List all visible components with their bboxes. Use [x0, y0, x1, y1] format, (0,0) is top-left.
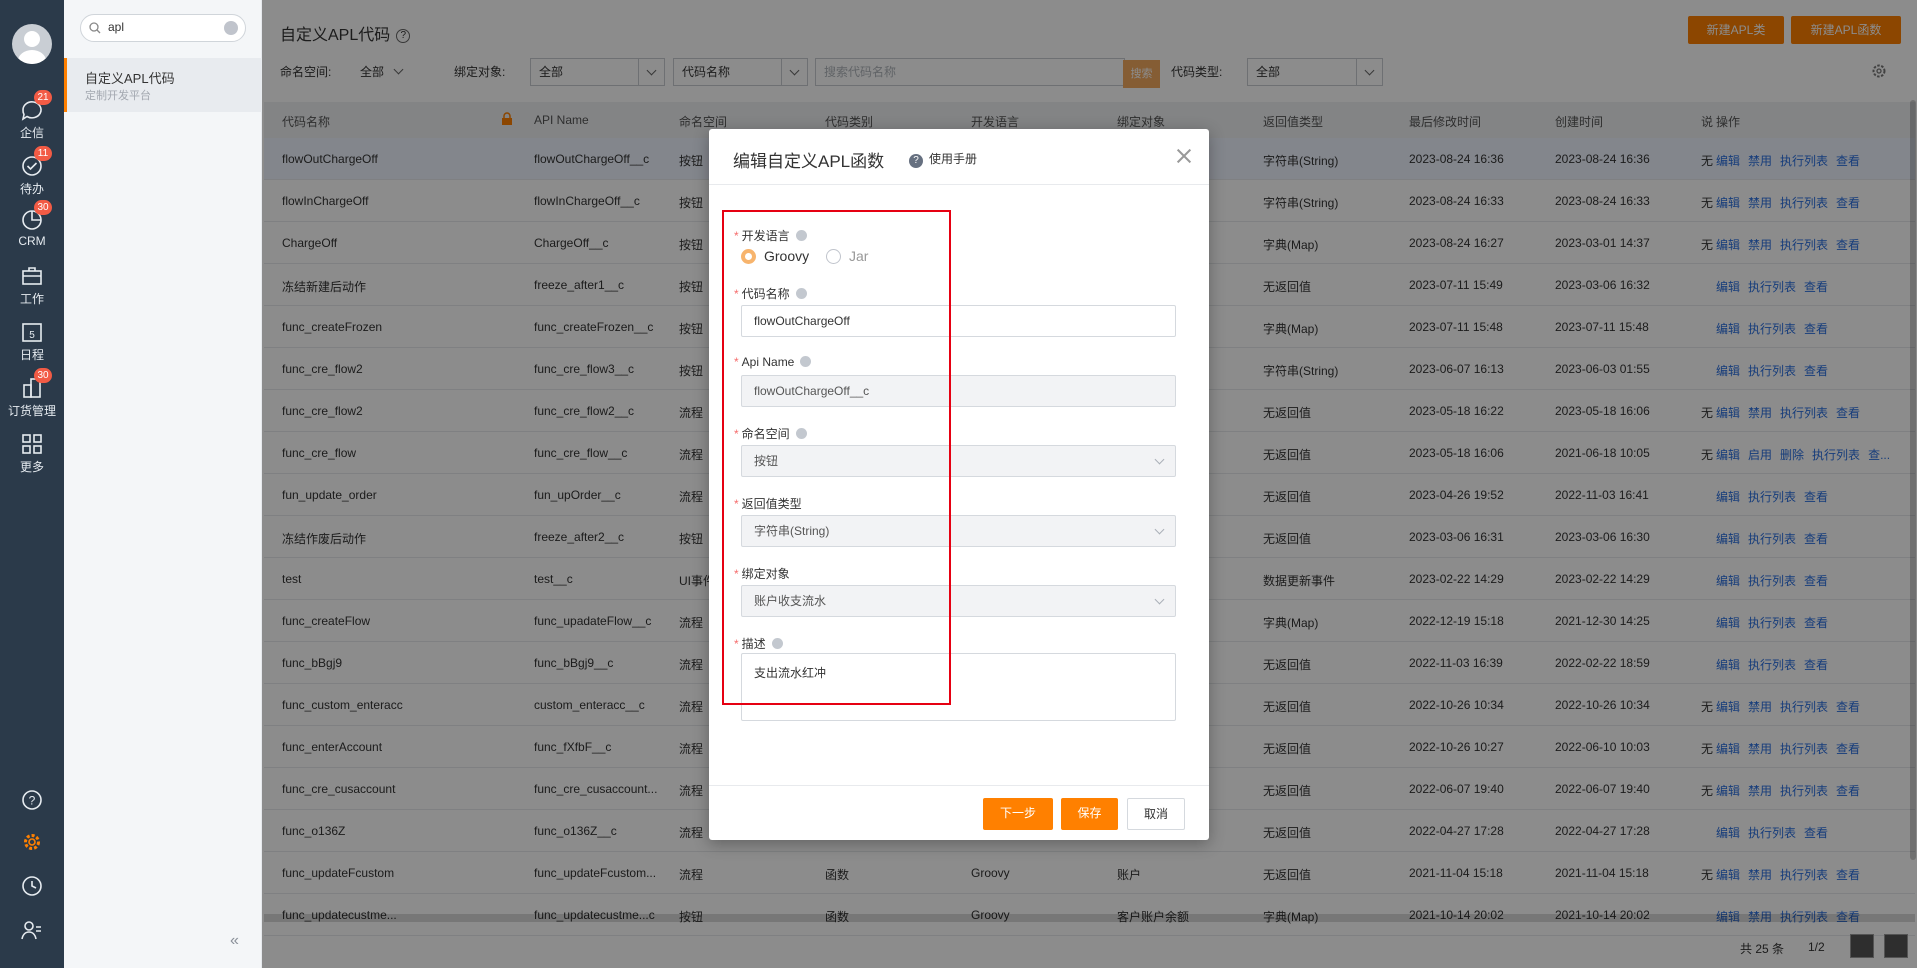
work-briefcase-icon [0, 264, 64, 288]
nav-badge: 11 [34, 146, 52, 161]
collapse-sidebar-icon[interactable]: « [230, 932, 239, 950]
nav-item-5[interactable]: 订货管理 30 [0, 368, 64, 426]
nav-item-6[interactable]: 更多 [0, 432, 64, 482]
settings-gear-icon[interactable] [20, 830, 44, 854]
nav-item-label: 待办 [19, 182, 44, 196]
sidebar-item-subtitle: 定制开发平台 [85, 90, 151, 102]
nav-badge: 21 [34, 90, 52, 105]
secondary-sidebar [64, 0, 262, 968]
contacts-icon[interactable] [20, 918, 44, 942]
cancel-button[interactable]: 取消 [1127, 798, 1185, 830]
global-nav: 企信 21 待办 11 CRM 30 工作 5 日程订货管理 30 更多 ? [0, 0, 64, 968]
nav-item-label: 日程 [19, 348, 44, 362]
help-icon[interactable]: ? [20, 788, 44, 812]
edit-apl-function-dialog: 编辑自定义APL函数 ? 使用手册 * 开发语言 Groovy Jar * 代码名称 … [709, 129, 1209, 840]
crm-pie-icon [0, 208, 64, 232]
search-icon [89, 22, 101, 34]
chevron-down-icon [1154, 594, 1165, 605]
nav-badge: 30 [34, 200, 52, 215]
help-icon: ? [909, 154, 923, 168]
nav-badge: 30 [34, 368, 52, 383]
nav-item-4[interactable]: 5 日程 [0, 320, 64, 370]
more-grid-icon [0, 432, 64, 456]
nav-item-label: 订货管理 [7, 404, 56, 418]
dialog-title: 编辑自定义APL函数 [733, 152, 885, 171]
user-manual-link[interactable]: ? 使用手册 [909, 150, 977, 168]
todo-check-icon [0, 154, 64, 178]
chat-icon [0, 98, 64, 122]
order-icon [0, 376, 64, 400]
save-button[interactable]: 保存 [1061, 798, 1118, 830]
next-step-button[interactable]: 下一步 [983, 798, 1053, 830]
history-clock-icon[interactable] [20, 874, 44, 898]
nav-item-2[interactable]: CRM 30 [0, 200, 64, 258]
nav-item-label: 企信 [19, 126, 44, 140]
close-icon[interactable] [1175, 147, 1193, 165]
user-avatar[interactable] [12, 24, 52, 64]
dialog-footer: 下一步 保存 取消 [709, 785, 1209, 840]
clear-search-icon[interactable] [224, 21, 238, 35]
nav-item-0[interactable]: 企信 21 [0, 90, 64, 148]
sidebar-item-apl-code[interactable]: 自定义APL代码 定制开发平台 [64, 58, 262, 112]
calendar-icon: 5 [0, 320, 64, 344]
search-value: apl [108, 20, 125, 34]
nav-item-3[interactable]: 工作 [0, 264, 64, 314]
chevron-down-icon [1154, 454, 1165, 465]
nav-item-label: 工作 [19, 292, 44, 306]
sidebar-item-title: 自定义APL代码 [85, 71, 175, 86]
chevron-down-icon [1154, 524, 1165, 535]
nav-item-1[interactable]: 待办 11 [0, 146, 64, 204]
nav-item-label: 更多 [19, 460, 44, 474]
highlight-annotation-box [722, 210, 951, 705]
dialog-header: 编辑自定义APL函数 ? 使用手册 [709, 129, 1209, 185]
user-manual-label: 使用手册 [929, 152, 978, 166]
nav-item-label: CRM [18, 234, 46, 248]
sidebar-search-input[interactable]: apl [80, 14, 246, 42]
svg-text:?: ? [29, 794, 36, 808]
svg-text:5: 5 [29, 330, 35, 341]
